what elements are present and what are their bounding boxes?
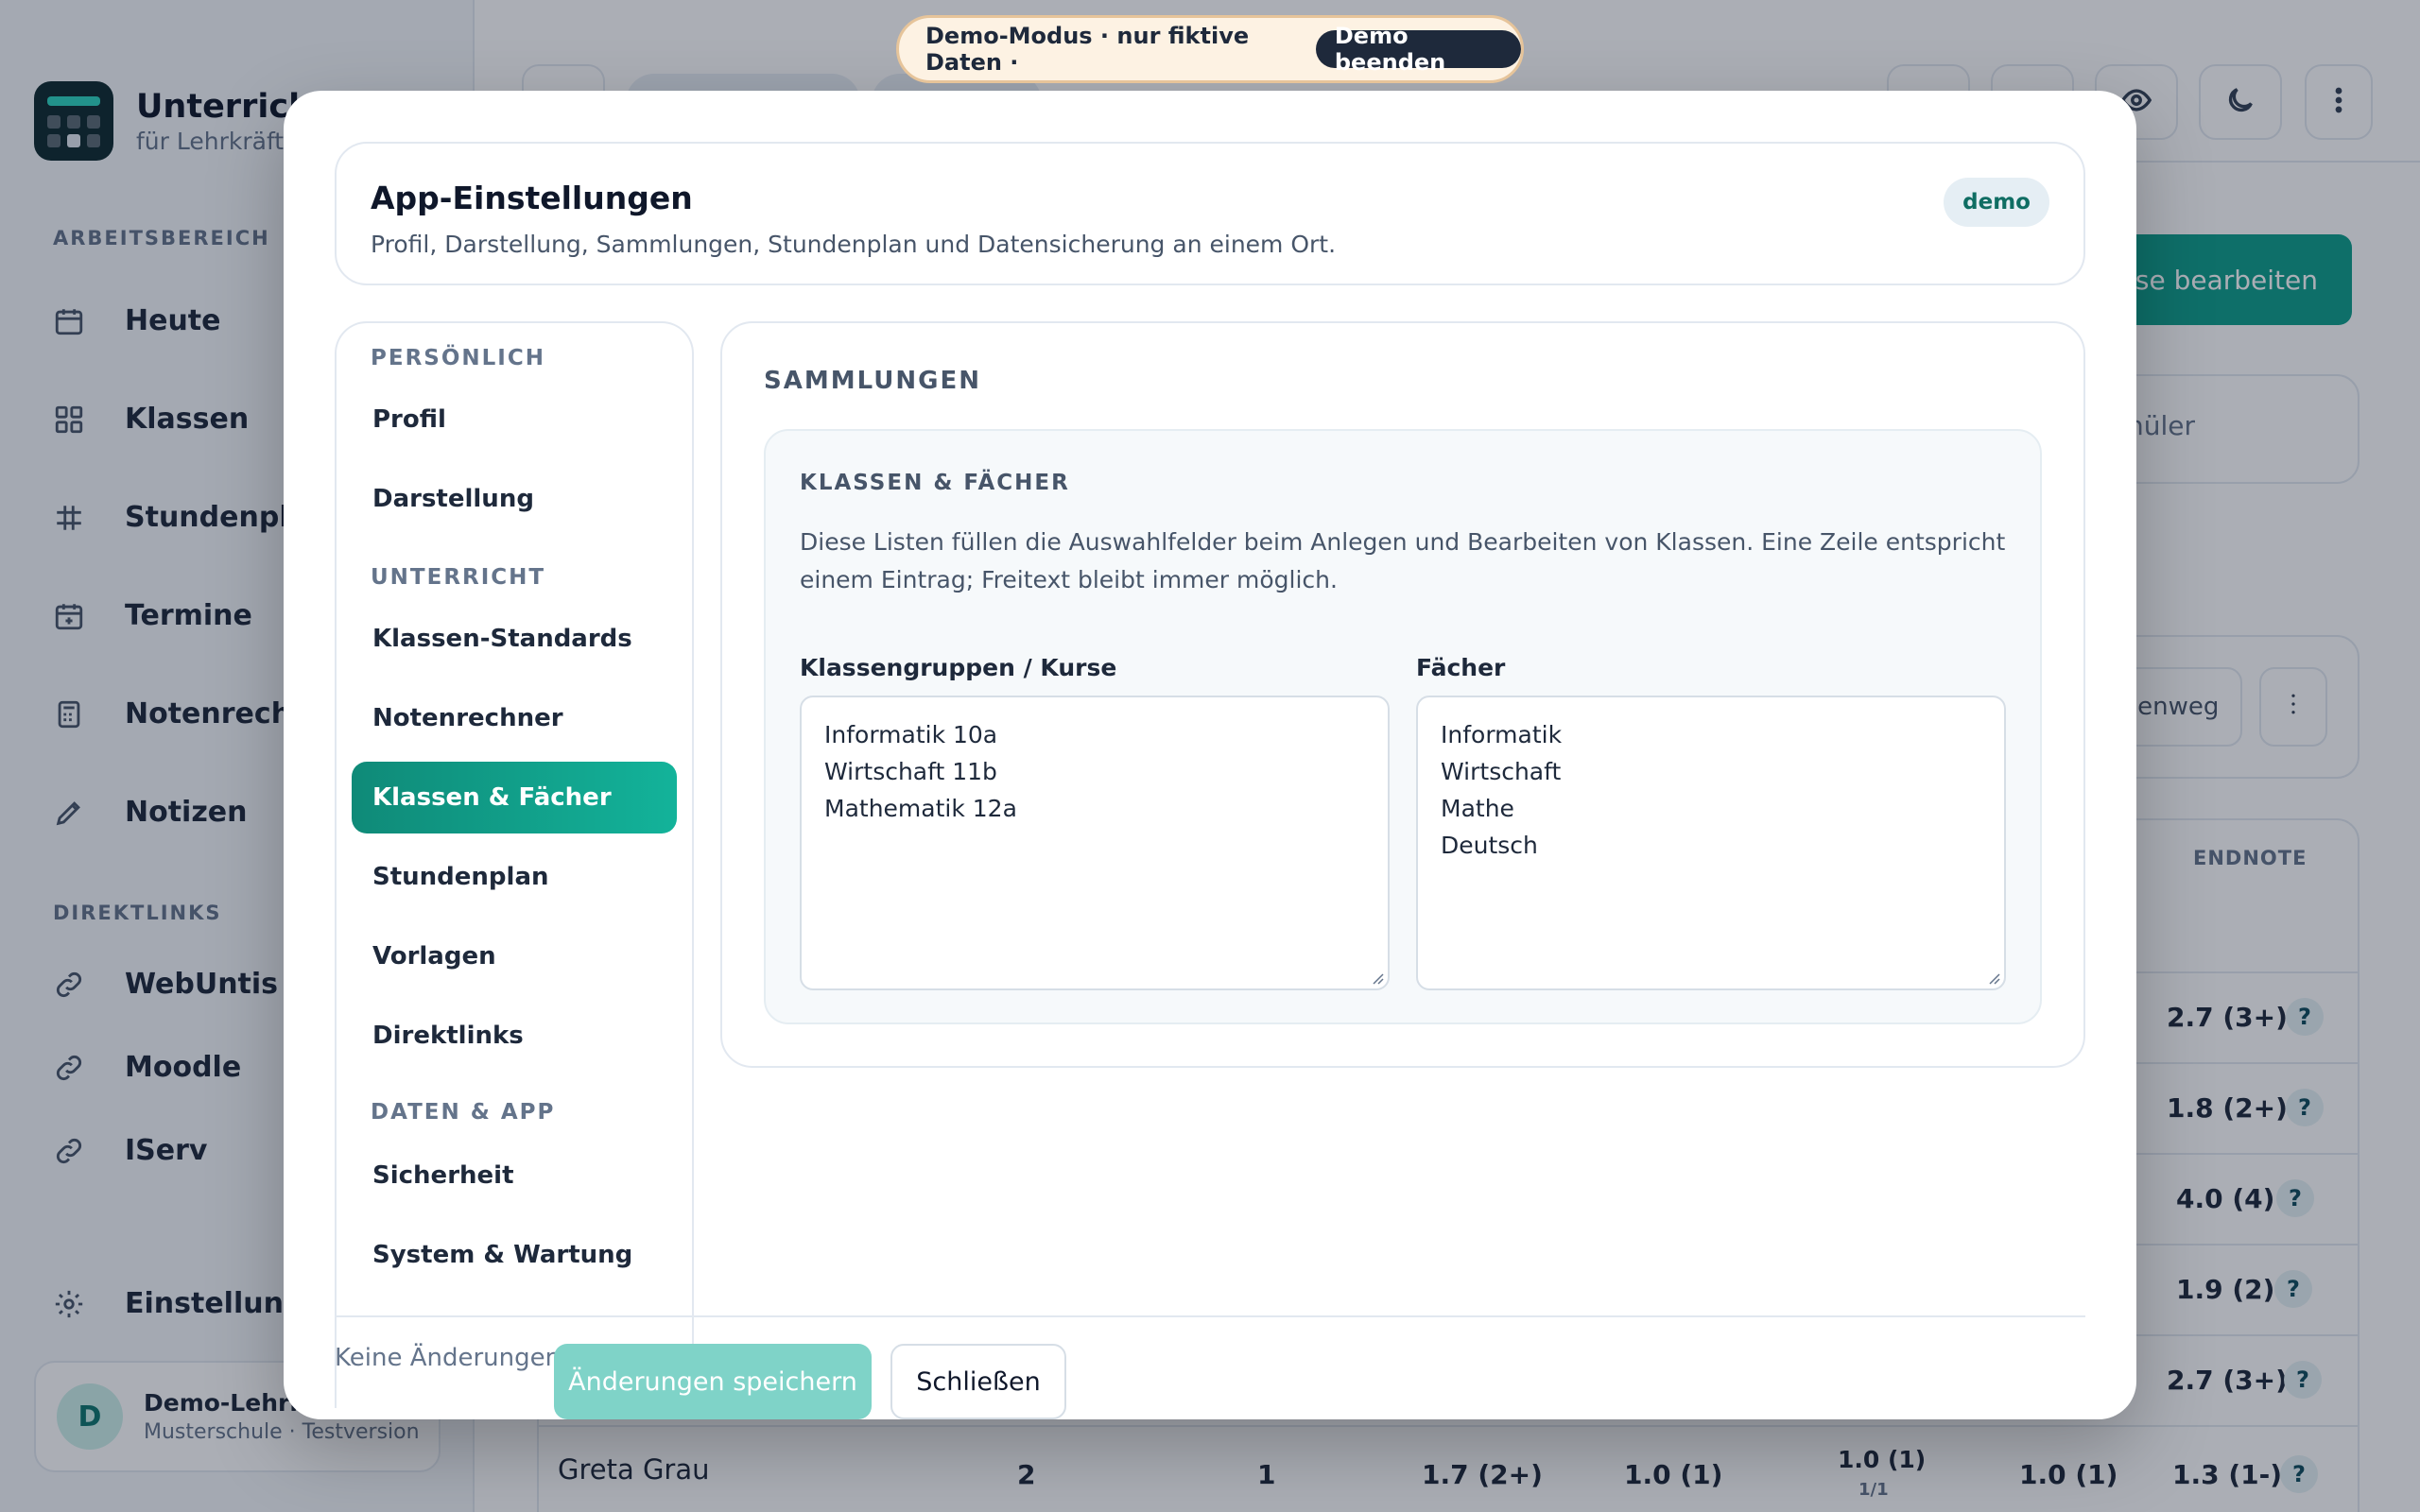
resize-handle-icon[interactable] <box>1369 970 1384 985</box>
footer-divider <box>335 1315 2085 1317</box>
subjects-label: Fächer <box>1416 654 1506 681</box>
save-status: Keine Änderungen <box>335 1344 562 1372</box>
nav-item-direktlinks[interactable]: Direktlinks <box>352 1000 677 1072</box>
settings-panel: SAMMLUNGEN KLASSEN & FÄCHER Diese Listen… <box>720 321 2085 1068</box>
dialog-subtitle: Profil, Darstellung, Sammlungen, Stunden… <box>371 231 1337 258</box>
demo-banner-text: Demo-Modus · nur fiktive Daten · <box>925 23 1250 76</box>
panel-title: SAMMLUNGEN <box>764 367 981 395</box>
resize-handle-icon[interactable] <box>1985 970 2000 985</box>
end-demo-button[interactable]: Demo beenden <box>1315 23 1521 76</box>
save-changes-button[interactable]: Änderungen speichern <box>554 1344 872 1419</box>
nav-item-klassen-standards[interactable]: Klassen-Standards <box>352 603 677 675</box>
class-group-entry: Wirtschaft 11b <box>824 758 997 785</box>
class-group-entry: Informatik 10a <box>824 721 998 748</box>
demo-banner: Demo-Modus · nur fiktive Daten · Demo be… <box>896 15 1524 83</box>
settings-group-classes-subjects: KLASSEN & FÄCHER Diese Listen füllen die… <box>764 429 2042 1024</box>
group-description: Diese Listen füllen die Auswahlfelder be… <box>800 528 2006 593</box>
nav-item-stundenplan[interactable]: Stundenplan <box>352 841 677 913</box>
demo-badge: demo <box>1944 178 2049 227</box>
settings-nav: PERSÖNLICH Profil Darstellung UNTERRICHT… <box>335 321 694 1408</box>
settings-dialog: App-Einstellungen Profil, Darstellung, S… <box>284 91 2136 1419</box>
dialog-header: App-Einstellungen Profil, Darstellung, S… <box>335 142 2085 285</box>
subject-entry: Mathe <box>1441 795 1514 822</box>
nav-section-personal: PERSÖNLICH <box>371 346 545 370</box>
class-group-entry: Mathematik 12a <box>824 795 1017 822</box>
group-title: KLASSEN & FÄCHER <box>800 471 1070 495</box>
nav-item-vorlagen[interactable]: Vorlagen <box>352 920 677 992</box>
nav-item-system-wartung[interactable]: System & Wartung <box>352 1219 677 1291</box>
subject-entry: Informatik <box>1441 721 1563 748</box>
close-button[interactable]: Schließen <box>890 1344 1066 1419</box>
nav-item-profil[interactable]: Profil <box>352 384 677 455</box>
subject-entry: Wirtschaft <box>1441 758 1562 785</box>
class-groups-textarea[interactable]: Informatik 10a Wirtschaft 11b Mathematik… <box>800 696 1390 990</box>
dialog-title: App-Einstellungen <box>371 180 693 216</box>
nav-section-data: DATEN & APP <box>371 1100 556 1125</box>
nav-item-darstellung[interactable]: Darstellung <box>352 463 677 535</box>
subjects-textarea[interactable]: Informatik Wirtschaft Mathe Deutsch <box>1416 696 2006 990</box>
nav-item-notenrechner[interactable]: Notenrechner <box>352 682 677 754</box>
nav-item-sicherheit[interactable]: Sicherheit <box>352 1140 677 1211</box>
nav-item-klassen-faecher[interactable]: Klassen & Fächer <box>352 762 677 833</box>
subject-entry: Deutsch <box>1441 832 1538 859</box>
nav-section-teaching: UNTERRICHT <box>371 565 546 590</box>
class-groups-label: Klassengruppen / Kurse <box>800 654 1117 681</box>
